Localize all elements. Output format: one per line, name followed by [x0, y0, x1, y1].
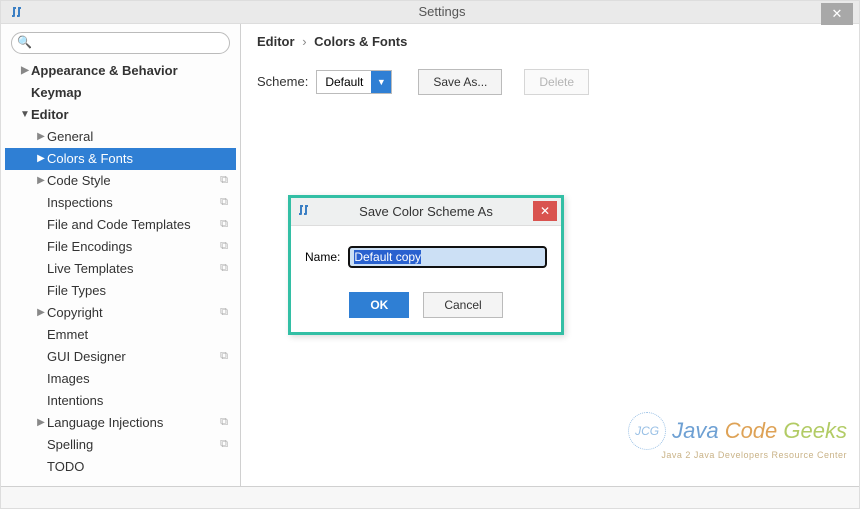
- breadcrumb-sep: ›: [302, 34, 306, 49]
- watermark-circle: JCG: [628, 412, 666, 450]
- tree-item[interactable]: Intentions: [5, 390, 236, 412]
- project-scope-icon: ⧉: [220, 416, 228, 429]
- scheme-value: Default: [317, 71, 371, 93]
- window-title: Settings: [25, 4, 859, 19]
- tree-item[interactable]: Live Templates ⧉: [5, 258, 236, 280]
- tree-item[interactable]: TODO: [5, 456, 236, 478]
- window-close-button[interactable]: ✕: [821, 3, 853, 25]
- scheme-row: Scheme: Default ▼ Save As... Delete: [257, 69, 843, 95]
- project-scope-icon: ⧉: [220, 350, 228, 363]
- tree-item[interactable]: File Encodings ⧉: [5, 236, 236, 258]
- breadcrumb: Editor › Colors & Fonts: [257, 34, 843, 49]
- tree-item-label: Keymap: [31, 85, 82, 100]
- search-input[interactable]: [11, 32, 230, 54]
- project-scope-icon: ⧉: [220, 196, 228, 209]
- name-label: Name:: [305, 250, 340, 264]
- watermark-sub: Java 2 Java Developers Resource Center: [628, 450, 847, 460]
- project-scope-icon: ⧉: [220, 240, 228, 253]
- arrow-icon: ▶: [35, 131, 47, 142]
- tree-item[interactable]: Inspections ⧉: [5, 192, 236, 214]
- tree-item-label: Appearance & Behavior: [31, 63, 178, 78]
- project-scope-icon: ⧉: [220, 438, 228, 451]
- arrow-icon: ▶: [35, 175, 47, 186]
- scheme-name-input[interactable]: [348, 246, 547, 268]
- breadcrumb-part: Colors & Fonts: [314, 34, 407, 49]
- tree-item-label: Live Templates: [47, 261, 133, 276]
- tree-item-label: Colors & Fonts: [47, 151, 133, 166]
- arrow-icon: ▶: [35, 153, 47, 164]
- dialog-title: Save Color Scheme As: [359, 204, 493, 219]
- tree-item[interactable]: Images: [5, 368, 236, 390]
- delete-button: Delete: [524, 69, 589, 95]
- tree-item-label: Emmet: [47, 327, 88, 342]
- tree-item-label: Editor: [31, 107, 69, 122]
- scheme-select[interactable]: Default ▼: [316, 70, 392, 94]
- tree-item-label: File Encodings: [47, 239, 132, 254]
- save-as-button[interactable]: Save As...: [418, 69, 502, 95]
- tree-item-label: TODO: [47, 459, 84, 474]
- save-scheme-dialog: Save Color Scheme As ✕ Name: OK Cancel: [288, 195, 564, 335]
- tree-item[interactable]: ▶Copyright ⧉: [5, 302, 236, 324]
- arrow-icon: ▶: [35, 417, 47, 428]
- tree-item-label: Spelling: [47, 437, 93, 452]
- tree-item[interactable]: GUI Designer ⧉: [5, 346, 236, 368]
- tree-item-label: File Types: [47, 283, 106, 298]
- arrow-icon: ▶: [35, 307, 47, 318]
- tree-item[interactable]: ▶Colors & Fonts: [5, 148, 236, 170]
- tree-item[interactable]: File and Code Templates ⧉: [5, 214, 236, 236]
- search-icon: 🔍: [17, 35, 32, 49]
- project-scope-icon: ⧉: [220, 174, 228, 187]
- tree-item[interactable]: Spelling ⧉: [5, 434, 236, 456]
- titlebar: Settings ✕: [1, 1, 859, 24]
- tree-item-label: Copyright: [47, 305, 103, 320]
- tree-item-label: Language Injections: [47, 415, 163, 430]
- arrow-icon: ▼: [19, 109, 31, 120]
- project-scope-icon: ⧉: [220, 306, 228, 319]
- project-scope-icon: ⧉: [220, 218, 228, 231]
- tree-item[interactable]: Keymap: [5, 82, 236, 104]
- app-icon: [297, 203, 311, 220]
- tree-item-label: Code Style: [47, 173, 111, 188]
- scheme-label: Scheme:: [257, 74, 308, 89]
- project-scope-icon: ⧉: [220, 262, 228, 275]
- tree-item[interactable]: ▼Editor: [5, 104, 236, 126]
- settings-tree: ▶Appearance & BehaviorKeymap▼Editor▶Gene…: [5, 60, 236, 478]
- footer: [1, 486, 859, 509]
- tree-item[interactable]: Emmet: [5, 324, 236, 346]
- arrow-icon: ▶: [19, 65, 31, 76]
- cancel-button[interactable]: Cancel: [423, 292, 502, 318]
- tree-item-label: Intentions: [47, 393, 103, 408]
- ok-button[interactable]: OK: [349, 292, 409, 318]
- watermark: JCG Java Code Geeks Java 2 Java Develope…: [628, 412, 847, 460]
- tree-item-label: Inspections: [47, 195, 113, 210]
- tree-item[interactable]: ▶Language Injections ⧉: [5, 412, 236, 434]
- tree-item[interactable]: File Types: [5, 280, 236, 302]
- app-icon: [9, 4, 25, 20]
- search-box: 🔍: [11, 32, 230, 54]
- tree-item-label: File and Code Templates: [47, 217, 191, 232]
- tree-item-label: General: [47, 129, 93, 144]
- tree-item-label: GUI Designer: [47, 349, 126, 364]
- settings-sidebar: 🔍 ▶Appearance & BehaviorKeymap▼Editor▶Ge…: [1, 24, 241, 486]
- breadcrumb-part: Editor: [257, 34, 295, 49]
- dialog-titlebar: Save Color Scheme As ✕: [291, 198, 561, 226]
- tree-item-label: Images: [47, 371, 90, 386]
- chevron-down-icon: ▼: [371, 71, 391, 93]
- tree-item[interactable]: ▶Code Style ⧉: [5, 170, 236, 192]
- dialog-close-button[interactable]: ✕: [533, 201, 557, 221]
- tree-item[interactable]: ▶Appearance & Behavior: [5, 60, 236, 82]
- tree-item[interactable]: ▶General: [5, 126, 236, 148]
